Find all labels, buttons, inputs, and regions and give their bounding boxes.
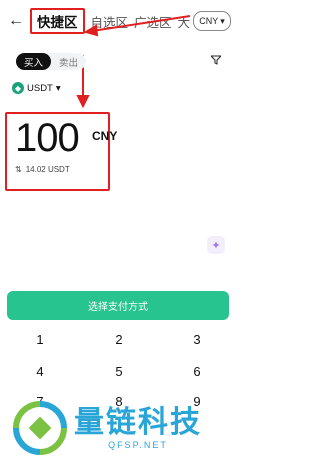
sell-tab[interactable]: 卖出 (51, 53, 86, 70)
swap-icon[interactable]: ⇅ (15, 165, 22, 174)
arrow-head-tab (83, 24, 99, 37)
key-3[interactable]: 3 (177, 332, 217, 347)
watermark-logo-icon (13, 401, 67, 455)
arrow-to-tab (91, 15, 191, 32)
watermark: 量链科技 QFSP.NET (12, 395, 234, 461)
coin-symbol: USDT (27, 82, 53, 94)
buy-tab[interactable]: 买入 (16, 53, 51, 70)
usdt-icon: ◆ (12, 82, 24, 94)
filter-icon[interactable] (209, 55, 223, 68)
key-1[interactable]: 1 (20, 332, 60, 347)
chevron-down-icon: ▾ (55, 82, 61, 94)
key-4[interactable]: 4 (20, 364, 60, 379)
arrow-head-amount (76, 95, 90, 109)
buy-sell-toggle: 买入 卖出 (16, 53, 86, 70)
key-2[interactable]: 2 (99, 332, 139, 347)
select-payment-button[interactable]: 选择支付方式 (7, 291, 229, 320)
coin-select[interactable]: ◆ USDT ▾ (12, 82, 61, 94)
watermark-title: 量链科技 (74, 406, 202, 439)
key-6[interactable]: 6 (177, 364, 217, 379)
key-5[interactable]: 5 (99, 364, 139, 379)
converted-value: 14.02 USDT (25, 165, 70, 174)
converted-amount: ⇅ 14.02 USDT (15, 165, 70, 174)
amount-input[interactable]: 100 (15, 116, 80, 160)
sparkle-icon[interactable]: ✦ (207, 236, 225, 254)
watermark-subtitle: QFSP.NET (108, 440, 168, 450)
amount-currency: CNY (92, 129, 118, 143)
